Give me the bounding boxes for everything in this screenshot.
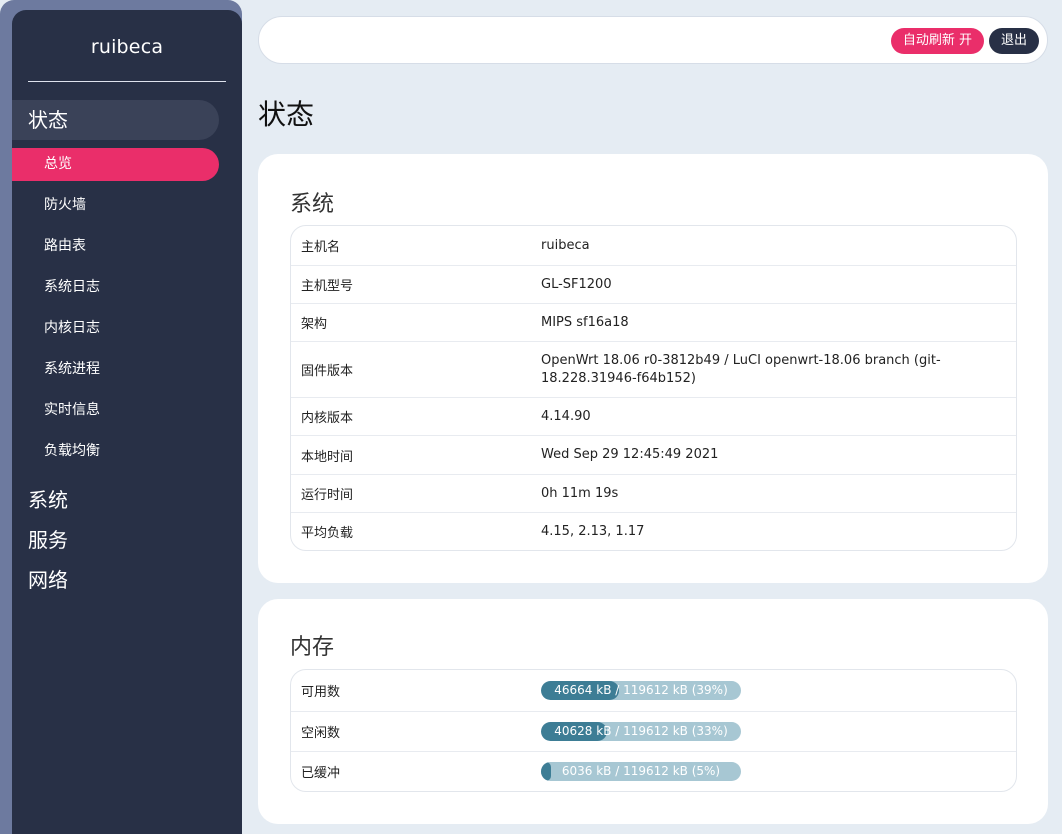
logout-button[interactable]: 退出	[988, 28, 1039, 54]
memory-progress-bar: 40628 kB / 119612 kB (33%)	[541, 722, 741, 741]
table-row: 本地时间 Wed Sep 29 12:45:49 2021	[291, 435, 1016, 474]
table-row: 已缓冲 6036 kB / 119612 kB (5%)	[291, 751, 1016, 791]
page-title: 状态	[258, 98, 315, 131]
memory-card: 内存 可用数 46664 kB / 119612 kB (39%) 空闲数 40…	[258, 599, 1048, 824]
table-row: 空闲数 40628 kB / 119612 kB (33%)	[291, 711, 1016, 751]
system-section-title: 系统	[290, 192, 335, 217]
menu-item-syslog[interactable]: 系统日志	[12, 271, 219, 304]
progress-label: 46664 kB / 119612 kB (39%)	[554, 683, 728, 697]
progress-label: 40628 kB / 119612 kB (33%)	[554, 724, 728, 738]
table-row: 固件版本 OpenWrt 18.06 r0-3812b49 / LuCI ope…	[291, 341, 1016, 397]
row-value: 0h 11m 19s	[541, 485, 619, 501]
system-card: 系统 主机名 ruibeca 主机型号 GL-SF1200 架构 MIPS sf…	[258, 154, 1048, 583]
menu-item-firewall[interactable]: 防火墙	[12, 189, 219, 222]
row-key: 内核版本	[301, 411, 354, 426]
row-key: 主机型号	[301, 279, 354, 294]
row-key: 运行时间	[301, 488, 354, 503]
row-key: 本地时间	[301, 449, 354, 465]
menu-item-routes[interactable]: 路由表	[12, 230, 219, 263]
row-value: MIPS sf16a18	[541, 314, 629, 330]
system-info-table: 主机名 ruibeca 主机型号 GL-SF1200 架构 MIPS sf16a…	[290, 225, 1017, 551]
row-key: 主机名	[301, 240, 341, 255]
row-value: 40628 kB / 119612 kB (33%)	[541, 722, 1016, 741]
menu-category-services[interactable]: 服务	[28, 524, 68, 553]
row-key: 架构	[301, 317, 328, 332]
sidebar: ruibeca 状态 总览 防火墙 路由表 系统日志 内核日志 系统进程 实时信…	[12, 10, 242, 834]
row-value: ruibeca	[541, 237, 590, 253]
table-row: 可用数 46664 kB / 119612 kB (39%)	[291, 670, 1016, 711]
row-key: 固件版本	[301, 364, 354, 379]
row-key: 平均负载	[301, 526, 354, 541]
progress-label: 6036 kB / 119612 kB (5%)	[561, 764, 721, 778]
menu-item-processes[interactable]: 系统进程	[12, 353, 219, 386]
row-value: 46664 kB / 119612 kB (39%)	[541, 681, 1016, 700]
memory-section-title: 内存	[290, 635, 335, 660]
brand-divider	[28, 81, 226, 82]
auto-refresh-button[interactable]: 自动刷新 开	[890, 28, 984, 54]
menu-item-realtime[interactable]: 实时信息	[12, 394, 219, 427]
row-value: Wed Sep 29 12:45:49 2021	[541, 447, 719, 462]
table-row: 平均负载 4.15, 2.13, 1.17	[291, 512, 1016, 550]
row-key: 可用数	[301, 685, 341, 700]
row-value: 6036 kB / 119612 kB (5%)	[541, 762, 1016, 781]
menu-category-system[interactable]: 系统	[28, 484, 68, 513]
row-key: 空闲数	[301, 726, 341, 741]
row-value: 4.14.90	[541, 408, 591, 424]
menu-category-network[interactable]: 网络	[28, 564, 68, 593]
top-bar: 自动刷新 开 退出	[258, 16, 1048, 64]
memory-progress-bar: 46664 kB / 119612 kB (39%)	[541, 681, 741, 700]
row-value: 4.15, 2.13, 1.17	[541, 523, 645, 539]
table-row: 运行时间 0h 11m 19s	[291, 474, 1016, 512]
menu-item-load-balancing[interactable]: 负载均衡	[12, 435, 219, 468]
table-row: 主机名 ruibeca	[291, 226, 1016, 265]
table-row: 架构 MIPS sf16a18	[291, 303, 1016, 341]
menu-item-kernel-log[interactable]: 内核日志	[12, 312, 219, 345]
memory-info-table: 可用数 46664 kB / 119612 kB (39%) 空闲数 40628…	[290, 669, 1017, 792]
table-row: 主机型号 GL-SF1200	[291, 265, 1016, 303]
menu-category-status[interactable]: 状态	[12, 100, 219, 140]
row-value: GL-SF1200	[541, 276, 612, 292]
table-row: 内核版本 4.14.90	[291, 397, 1016, 435]
row-key: 已缓冲	[301, 766, 341, 781]
row-value: OpenWrt 18.06 r0-3812b49 / LuCI openwrt-…	[541, 352, 941, 386]
memory-progress-bar: 6036 kB / 119612 kB (5%)	[541, 762, 741, 781]
menu-item-overview[interactable]: 总览	[12, 148, 219, 181]
brand-hostname[interactable]: ruibeca	[28, 36, 226, 58]
